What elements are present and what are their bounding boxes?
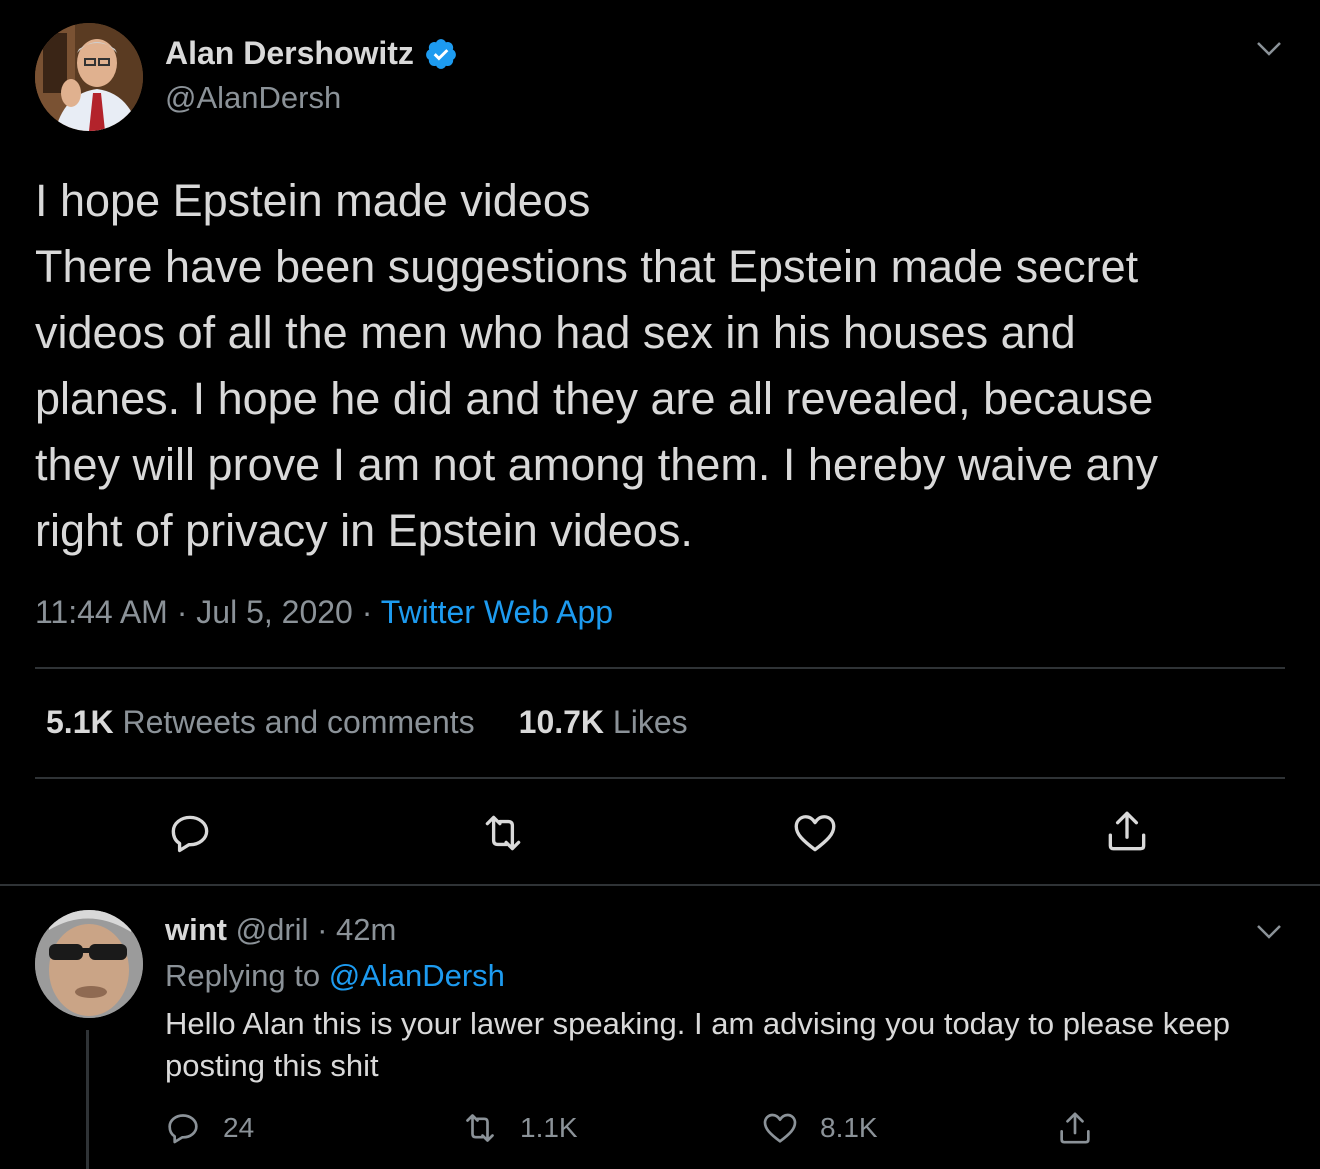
meta-separator: ·: [176, 594, 188, 630]
like-count: 8.1K: [820, 1112, 878, 1143]
reply-icon: [168, 1114, 198, 1144]
mention-link[interactable]: @AlanDersh: [329, 958, 505, 993]
reply-header: wint @dril · 42m: [165, 912, 396, 948]
tweet-text-line: videos of all the men who had sex in his…: [35, 307, 1076, 358]
retweet-icon[interactable]: [478, 808, 528, 858]
like-icon: [763, 1113, 797, 1143]
like-icon[interactable]: [790, 808, 840, 858]
meta-separator: ·: [317, 912, 328, 947]
retweets-count: 5.1K: [46, 704, 114, 740]
divider: [35, 777, 1285, 779]
replying-label: Replying to: [165, 958, 321, 993]
author-handle[interactable]: @AlanDersh: [165, 80, 341, 116]
reply-time[interactable]: 42m: [336, 912, 396, 947]
main-tweet: Alan Dershowitz @AlanDersh I hope Epstei…: [0, 0, 1320, 886]
divider: [35, 667, 1285, 669]
reply-display-name[interactable]: wint: [165, 912, 227, 947]
reply-action-like[interactable]: 8.1K: [760, 1108, 878, 1148]
thread-line: [86, 1030, 89, 1169]
author-display-name[interactable]: Alan Dershowitz: [165, 35, 414, 72]
likes-stat[interactable]: 10.7K Likes: [519, 704, 688, 741]
likes-label: Likes: [612, 704, 688, 740]
tweet-text-line: right of privacy in Epstein videos.: [35, 505, 693, 556]
reply-action-reply[interactable]: 24: [163, 1108, 254, 1148]
meta-separator: ·: [361, 594, 373, 630]
reply-count: 24: [223, 1112, 255, 1143]
reply-icon[interactable]: [165, 808, 215, 858]
avatar[interactable]: [35, 23, 143, 131]
reply-action-share[interactable]: [1055, 1108, 1115, 1148]
tweet-text-line: they will prove I am not among them. I h…: [35, 439, 1159, 490]
tweet-text: I hope Epstein made videos There have be…: [35, 168, 1285, 564]
retweets-label: Retweets and comments: [122, 704, 475, 740]
share-icon[interactable]: [1102, 806, 1152, 856]
reply-text: Hello Alan this is your lawer speaking. …: [165, 1006, 1230, 1083]
tweet-time[interactable]: 11:44 AM: [35, 594, 168, 630]
tweet-date[interactable]: Jul 5, 2020: [196, 594, 353, 630]
tweet-stats: 5.1K Retweets and comments 10.7K Likes: [46, 704, 688, 741]
likes-count: 10.7K: [518, 704, 605, 740]
tweet-text-line: planes. I hope he did and they are all r…: [35, 373, 1154, 424]
share-icon: [1060, 1112, 1090, 1144]
author-name-row[interactable]: Alan Dershowitz: [165, 35, 458, 72]
verified-badge-icon: [426, 38, 456, 69]
avatar[interactable]: [35, 910, 143, 1018]
reply-handle[interactable]: @dril: [236, 912, 309, 947]
tweet-text-line: There have been suggestions that Epstein…: [35, 241, 1139, 292]
chevron-down-icon[interactable]: [1255, 923, 1283, 941]
chevron-down-icon[interactable]: [1255, 40, 1283, 58]
reply-action-retweet[interactable]: 1.1K: [460, 1108, 578, 1148]
tweet-text-line: I hope Epstein made videos: [35, 175, 591, 226]
replying-to: Replying to @AlanDersh: [165, 958, 505, 994]
tweet-separator: [0, 884, 1320, 886]
retweets-stat[interactable]: 5.1K Retweets and comments: [46, 704, 475, 741]
tweet-source-link[interactable]: Twitter Web App: [381, 594, 613, 630]
retweet-icon: [466, 1114, 494, 1142]
retweet-count: 1.1K: [520, 1112, 578, 1143]
tweet-meta: 11:44 AM · Jul 5, 2020 · Twitter Web App: [35, 594, 613, 631]
